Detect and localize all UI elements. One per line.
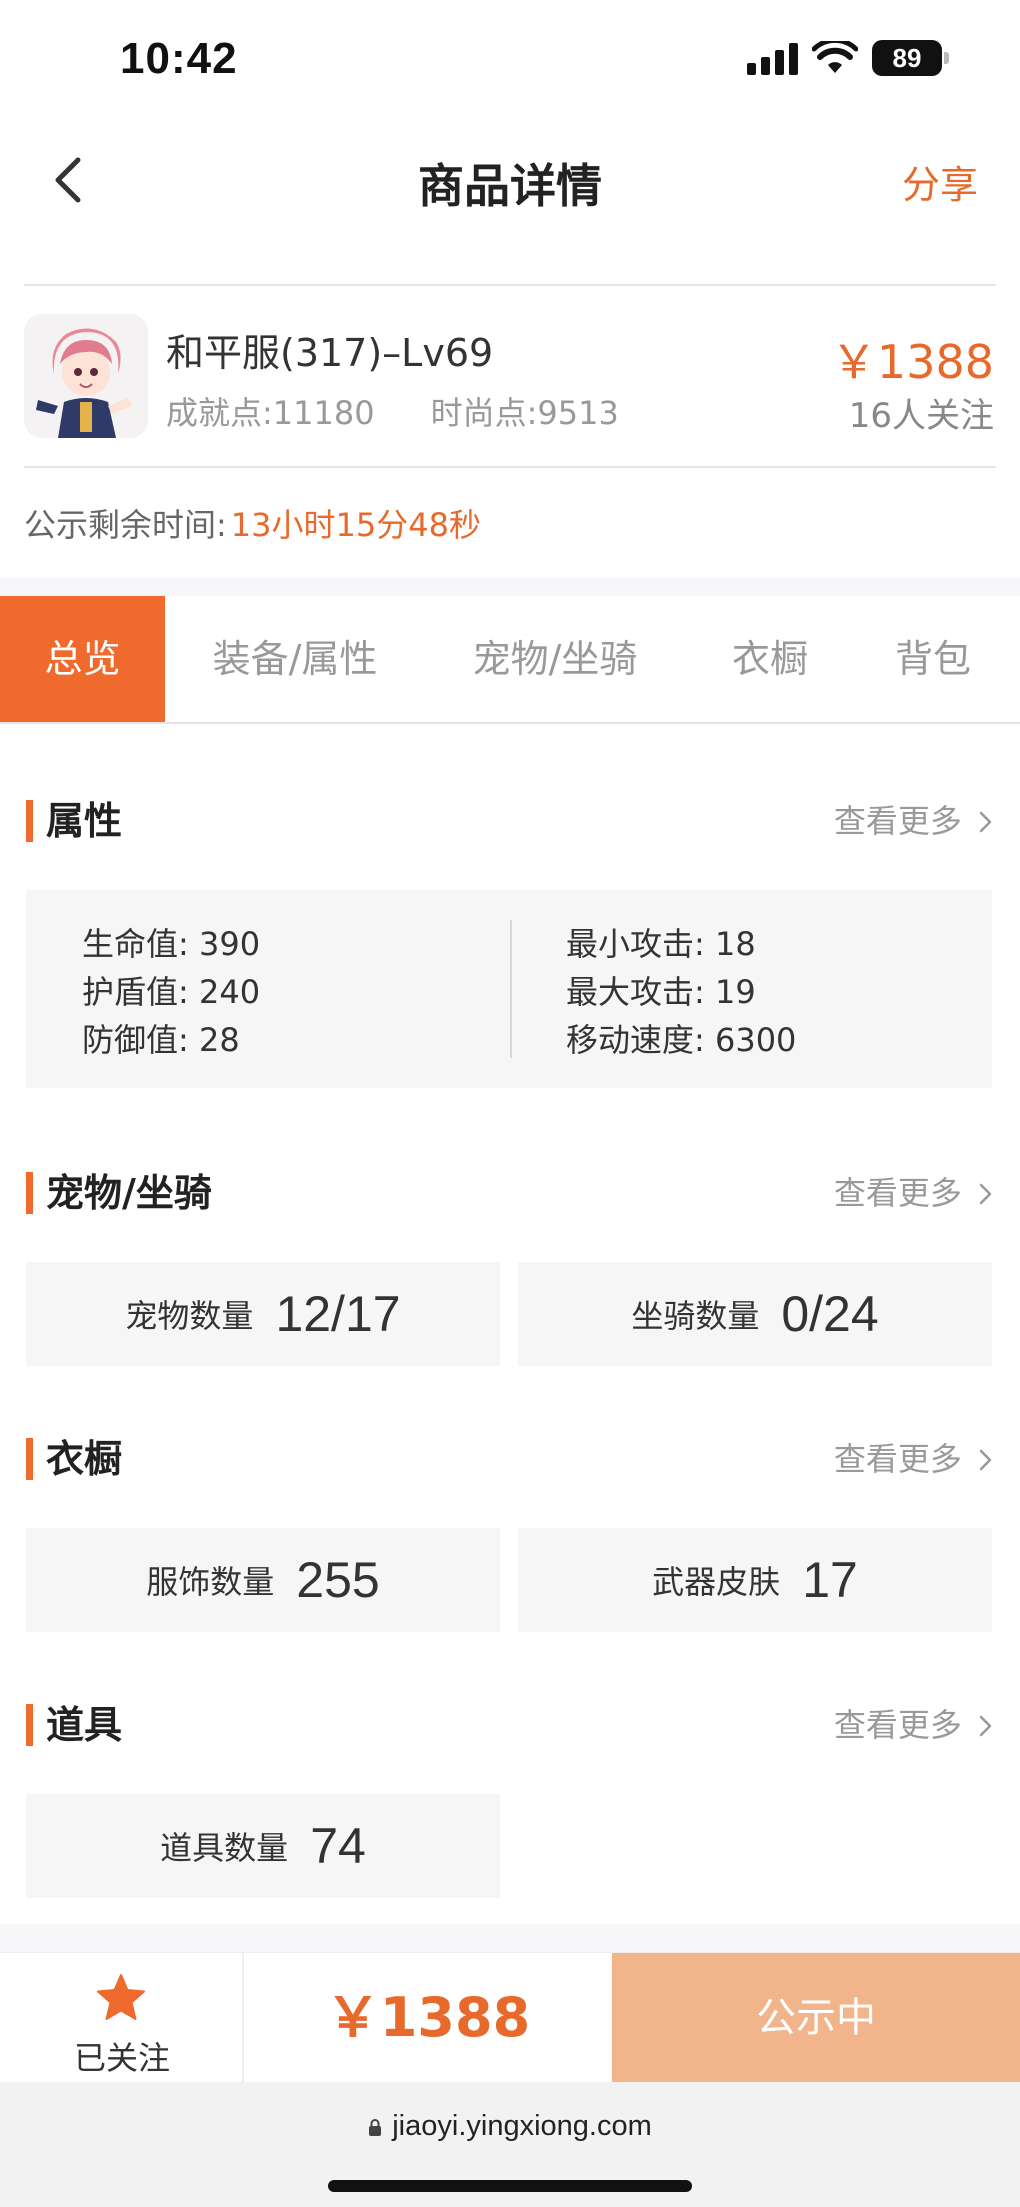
chevron-right-icon bbox=[979, 1183, 992, 1205]
view-more-pets[interactable]: 查看更多 bbox=[834, 1168, 996, 1218]
stat-value: 255 bbox=[296, 1552, 380, 1608]
stat-label: 宠物数量 bbox=[125, 1297, 254, 1335]
follow-button[interactable]: 已关注 bbox=[0, 1953, 244, 2083]
view-more-label: 查看更多 bbox=[833, 802, 962, 840]
attr-max-attack: 最大攻击: 19 bbox=[566, 973, 756, 1011]
url-text: jiaoyi.yingxiong.com bbox=[392, 2110, 652, 2142]
attr-min-attack: 最小攻击: 18 bbox=[566, 925, 756, 963]
attr-shield: 护盾值: 240 bbox=[82, 973, 261, 1011]
section-gap bbox=[0, 1924, 1020, 1952]
status-icons: 89 bbox=[747, 40, 949, 76]
attr-hp: 生命值: 390 bbox=[82, 925, 261, 963]
status-time: 10:42 bbox=[120, 34, 238, 83]
lock-icon bbox=[369, 2119, 382, 2136]
view-more-attributes[interactable]: 查看更多 bbox=[834, 796, 996, 846]
stat-label: 服饰数量 bbox=[146, 1563, 275, 1601]
fashion-points: 时尚点:9513 bbox=[430, 394, 619, 432]
stat-value: 17 bbox=[802, 1552, 858, 1608]
attr-move-speed: 移动速度: 6300 bbox=[566, 1021, 797, 1059]
page-title: 商品详情 bbox=[418, 159, 602, 213]
follower-count: 16人关注 bbox=[848, 396, 994, 436]
character-avatar bbox=[24, 314, 148, 438]
items-section-header: 道具 查看更多 bbox=[26, 1700, 996, 1750]
url-display[interactable]: jiaoyi.yingxiong.com bbox=[0, 2110, 1020, 2143]
share-button[interactable]: 分享 bbox=[902, 154, 978, 209]
outfit-count-card[interactable]: 服饰数量 255 bbox=[26, 1528, 500, 1632]
section-accent-bar bbox=[26, 1172, 33, 1214]
attributes-panel: 生命值: 390 护盾值: 240 防御值: 28 最小攻击: 18 最大攻击:… bbox=[26, 890, 992, 1088]
status-bar: 10:42 89 bbox=[0, 0, 1020, 120]
follow-label: 已关注 bbox=[73, 2039, 170, 2077]
divider bbox=[24, 284, 996, 286]
stat-value: 74 bbox=[310, 1818, 366, 1874]
home-indicator[interactable] bbox=[328, 2180, 692, 2192]
achievement-points: 成就点:11180 bbox=[166, 394, 375, 432]
product-summary: 和平服(317)–Lv69 成就点:11180 时尚点:9513 ￥1388 16… bbox=[0, 300, 1020, 460]
view-more-label: 查看更多 bbox=[833, 1706, 962, 1744]
notice-label: 公示剩余时间: bbox=[24, 506, 227, 544]
wardrobe-section-header: 衣橱 查看更多 bbox=[26, 1434, 996, 1484]
notice-countdown-row: 公示剩余时间: 13小时15分48秒 bbox=[24, 500, 481, 546]
page-header: 商品详情 分享 bbox=[0, 120, 1020, 285]
bottom-action-bar: 已关注 ￥1388 公示中 bbox=[0, 1952, 1020, 2083]
view-more-label: 查看更多 bbox=[833, 1440, 962, 1478]
section-accent-bar bbox=[26, 1438, 33, 1480]
product-name: 和平服(317)–Lv69 bbox=[166, 331, 494, 375]
star-icon bbox=[97, 1974, 145, 2020]
attr-defense: 防御值: 28 bbox=[82, 1021, 240, 1059]
browser-url-bar: jiaoyi.yingxiong.com bbox=[0, 2082, 1020, 2207]
mount-count-card[interactable]: 坐骑数量 0/24 bbox=[518, 1262, 992, 1366]
tab-backpack[interactable]: 背包 bbox=[868, 596, 998, 722]
stat-value: 12/17 bbox=[275, 1286, 401, 1342]
weapon-skin-card[interactable]: 武器皮肤 17 bbox=[518, 1528, 992, 1632]
stat-label: 坐骑数量 bbox=[631, 1297, 760, 1335]
pet-count-card[interactable]: 宠物数量 12/17 bbox=[26, 1262, 500, 1366]
tab-overview[interactable]: 总览 bbox=[0, 596, 165, 722]
bottom-price: ￥1388 bbox=[325, 1986, 531, 2049]
chevron-right-icon bbox=[979, 811, 992, 833]
section-accent-bar bbox=[26, 1704, 33, 1746]
attributes-right: 最小攻击: 18 最大攻击: 19 移动速度: 6300 bbox=[566, 920, 796, 1064]
section-gap bbox=[0, 578, 1020, 596]
divider bbox=[24, 466, 996, 468]
view-more-wardrobe[interactable]: 查看更多 bbox=[834, 1434, 996, 1484]
stat-label: 武器皮肤 bbox=[652, 1563, 781, 1601]
section-title: 衣橱 bbox=[46, 1437, 123, 1481]
product-meta: 成就点:11180 时尚点:9513 bbox=[166, 388, 619, 434]
wifi-icon bbox=[812, 41, 858, 73]
battery-icon: 89 bbox=[872, 40, 949, 76]
chevron-right-icon bbox=[979, 1449, 992, 1471]
chevron-right-icon bbox=[979, 1715, 992, 1737]
pets-section-header: 宠物/坐骑 查看更多 bbox=[26, 1168, 996, 1218]
product-price: ￥1388 bbox=[830, 335, 994, 389]
item-count-card[interactable]: 道具数量 74 bbox=[26, 1794, 500, 1898]
signal-icon bbox=[747, 41, 798, 75]
public-notice-button[interactable]: 公示中 bbox=[612, 1953, 1020, 2083]
tab-wardrobe[interactable]: 衣橱 bbox=[700, 596, 840, 722]
notice-countdown: 13小时15分48秒 bbox=[230, 506, 481, 544]
section-title: 属性 bbox=[46, 799, 123, 843]
section-title: 宠物/坐骑 bbox=[46, 1171, 212, 1215]
view-more-label: 查看更多 bbox=[833, 1174, 962, 1212]
tab-equipment[interactable]: 装备/属性 bbox=[180, 596, 410, 722]
tab-bar: 总览 装备/属性 宠物/坐骑 衣橱 背包 bbox=[0, 596, 1020, 724]
attributes-left: 生命值: 390 护盾值: 240 防御值: 28 bbox=[82, 920, 260, 1064]
attributes-section-header: 属性 查看更多 bbox=[26, 796, 996, 846]
view-more-items[interactable]: 查看更多 bbox=[834, 1700, 996, 1750]
section-title: 道具 bbox=[46, 1703, 123, 1747]
tab-pets-mounts[interactable]: 宠物/坐骑 bbox=[440, 596, 670, 722]
stat-value: 0/24 bbox=[781, 1286, 879, 1342]
section-accent-bar bbox=[26, 800, 33, 842]
stat-label: 道具数量 bbox=[160, 1829, 289, 1867]
attributes-divider bbox=[510, 920, 512, 1058]
